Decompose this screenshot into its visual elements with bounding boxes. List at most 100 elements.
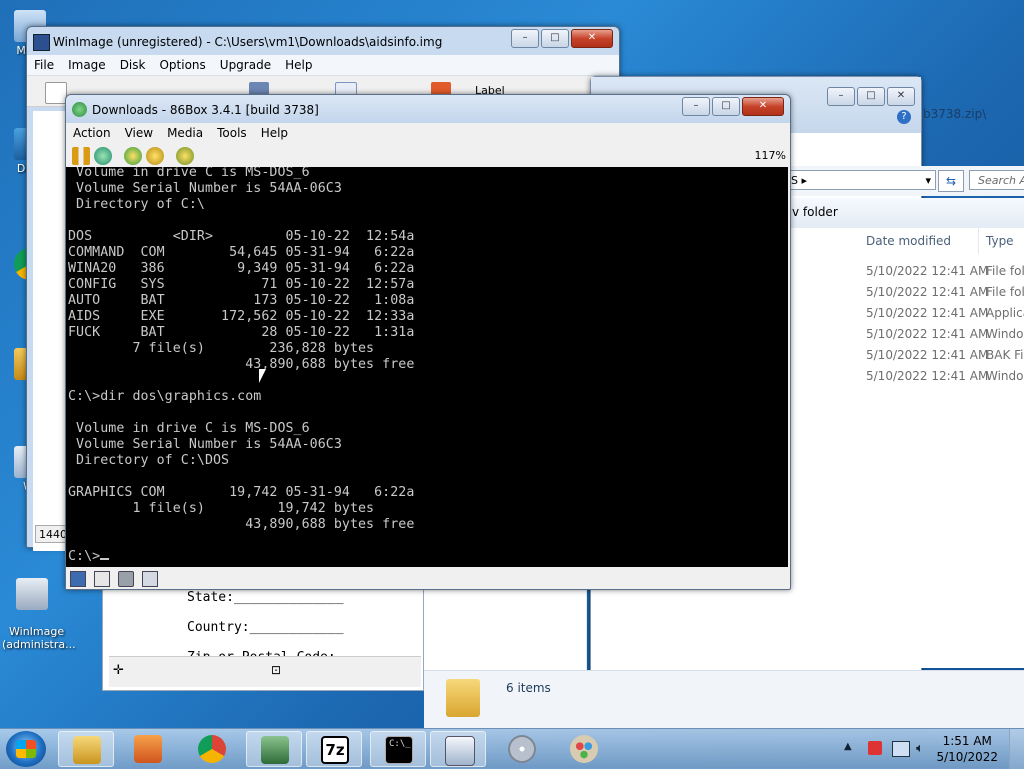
form-country-line: Country:____________ xyxy=(187,620,344,635)
dos-screen-line: FUCK BAT 28 05-10-22 1:31a xyxy=(68,325,415,340)
row-date: 5/10/2022 12:41 AM xyxy=(866,306,989,320)
menu-disk[interactable]: Disk xyxy=(113,58,153,72)
ctrl-alt-del-icon[interactable] xyxy=(124,147,142,165)
86box-titlebar[interactable]: Downloads - 86Box 3.4.1 [build 3738] – □… xyxy=(66,95,790,123)
menu-file[interactable]: File xyxy=(27,58,61,72)
explorer-address-bar[interactable]: S ▸ ▾ xyxy=(786,170,936,190)
registration-form-window[interactable]: State:______________ Country:___________… xyxy=(102,585,424,691)
explorer-command-bar: v folder xyxy=(786,198,1024,229)
86box-window[interactable]: Downloads - 86Box 3.4.1 [build 3738] – □… xyxy=(65,94,791,590)
winimage-menubar: File Image Disk Options Upgrade Help xyxy=(27,55,619,76)
dos-screen-line: WINA20 386 9,349 05-31-94 6:22a xyxy=(68,261,415,276)
dos-screen-line: 43,890,688 bytes free xyxy=(68,517,415,532)
taskbar-86box[interactable] xyxy=(246,731,302,767)
sound-icon[interactable] xyxy=(142,571,158,587)
explorer-nav-pane[interactable] xyxy=(424,588,587,670)
column-type[interactable]: Type xyxy=(986,234,1014,248)
desktop-icon-label: WinImage (administra... xyxy=(2,625,76,651)
new-folder-button[interactable]: v folder xyxy=(792,205,838,219)
clock-date: 5/10/2022 xyxy=(936,750,998,764)
explorer-path-tail: b3738.zip\ xyxy=(923,107,987,121)
hard-disk-icon[interactable] xyxy=(118,571,134,587)
reset-icon[interactable] xyxy=(94,147,112,165)
cdrom-drive-icon[interactable] xyxy=(94,571,110,587)
row-date: 5/10/2022 12:41 AM xyxy=(866,327,989,341)
caption-buttons: – □ ✕ xyxy=(509,29,613,48)
floppy-icon xyxy=(33,34,50,51)
taskbar-paint[interactable] xyxy=(556,731,612,767)
network-icon[interactable] xyxy=(892,741,910,757)
ctrl-alt-esc-icon[interactable] xyxy=(146,147,164,165)
dos-screen-line: Volume Serial Number is 54AA-06C3 xyxy=(68,437,342,452)
dos-screen-line: Volume in drive C is MS-DOS_6 xyxy=(68,167,310,180)
start-button[interactable] xyxy=(6,731,46,767)
taskbar-cmd[interactable]: C:\_ xyxy=(370,731,426,767)
taskbar-media-player[interactable] xyxy=(120,731,176,767)
settings-icon[interactable] xyxy=(176,147,194,165)
menu-image[interactable]: Image xyxy=(61,58,113,72)
row-date: 5/10/2022 12:41 AM xyxy=(866,348,989,362)
form-state-line: State:______________ xyxy=(187,590,344,605)
maximize-button[interactable]: □ xyxy=(857,87,885,106)
menu-media[interactable]: Media xyxy=(160,126,210,140)
menu-tools[interactable]: Tools xyxy=(210,126,254,140)
explorer-details-pane: 6 items xyxy=(424,670,1024,728)
search-input[interactable]: Search A xyxy=(969,170,1024,190)
taskbar-chrome[interactable] xyxy=(184,731,240,767)
maximize-button[interactable]: □ xyxy=(541,29,569,48)
floppy-drive-icon[interactable] xyxy=(70,571,86,587)
show-hidden-icons-icon[interactable]: ▲ xyxy=(844,741,852,752)
dos-screen-line: AIDS EXE 172,562 05-10-22 12:33a xyxy=(68,309,415,324)
close-button[interactable]: ✕ xyxy=(887,87,915,106)
7zip-icon: 7z xyxy=(321,736,349,764)
menu-view[interactable]: View xyxy=(118,126,160,140)
dos-screen-line: Directory of C:\DOS xyxy=(68,453,230,468)
desktop-icon-winimage[interactable]: WinImage (administra... xyxy=(2,552,76,651)
86box-toolbar: 117% xyxy=(66,143,790,169)
taskbar-7zip[interactable]: 7z xyxy=(306,731,362,767)
show-desktop-button[interactable] xyxy=(1009,729,1024,769)
move-icon[interactable]: ✛ xyxy=(113,663,124,678)
close-button[interactable]: ✕ xyxy=(742,97,784,116)
row-type: Window xyxy=(986,327,1024,341)
taskbar-winimage[interactable] xyxy=(430,731,486,767)
chevron-down-icon[interactable]: ▾ xyxy=(925,171,931,191)
menu-help[interactable]: Help xyxy=(278,58,319,72)
dos-screen-line: C:\>dir dos\graphics.com xyxy=(68,389,262,404)
chrome-icon xyxy=(198,735,226,763)
pause-icon[interactable] xyxy=(72,147,90,165)
new-icon[interactable] xyxy=(45,82,67,104)
minimize-button[interactable]: – xyxy=(682,97,710,116)
row-date: 5/10/2022 12:41 AM xyxy=(866,285,989,299)
maximize-button[interactable]: □ xyxy=(712,97,740,116)
menu-action[interactable]: Action xyxy=(66,126,118,140)
help-icon[interactable]: ? xyxy=(897,110,911,124)
refresh-icon[interactable]: ⇆ xyxy=(938,170,964,192)
tray-clock[interactable]: 1:51 AM 5/10/2022 xyxy=(936,733,998,765)
column-divider[interactable] xyxy=(978,228,979,254)
menu-help[interactable]: Help xyxy=(254,126,295,140)
emulator-screen[interactable]: Volume in drive C is MS-DOS_6 Volume Ser… xyxy=(66,167,788,567)
column-date-modified[interactable]: Date modified xyxy=(866,234,951,248)
clock-time: 1:51 AM xyxy=(942,734,992,748)
zoom-level: 117% xyxy=(754,149,786,162)
close-button[interactable]: ✕ xyxy=(571,29,613,48)
row-date: 5/10/2022 12:41 AM xyxy=(866,369,989,383)
menu-options[interactable]: Options xyxy=(152,58,212,72)
volume-icon[interactable]: 🔈︎ xyxy=(916,741,924,756)
action-center-icon[interactable] xyxy=(868,741,882,755)
resize-icon[interactable]: ⊡ xyxy=(271,663,281,677)
dos-screen-line: Directory of C:\ xyxy=(68,197,205,212)
taskbar-explorer[interactable] xyxy=(58,731,114,767)
minimize-button[interactable]: – xyxy=(511,29,539,48)
minimize-button[interactable]: – xyxy=(827,87,855,106)
winimage-titlebar[interactable]: WinImage (unregistered) - C:\Users\vm1\D… xyxy=(27,27,619,55)
row-type: Applica xyxy=(986,306,1024,320)
dos-screen-line: 7 file(s) 236,828 bytes xyxy=(68,341,375,356)
caption-buttons: – □ ✕ xyxy=(680,97,784,116)
file-list[interactable]: Date modified Type 5/10/2022 12:41 AM Fi… xyxy=(788,228,1024,668)
caption-buttons: – □ ✕ xyxy=(825,87,915,106)
taskbar-disc[interactable] xyxy=(494,731,550,767)
winimage-status: 1440 xyxy=(35,525,69,543)
menu-upgrade[interactable]: Upgrade xyxy=(213,58,278,72)
